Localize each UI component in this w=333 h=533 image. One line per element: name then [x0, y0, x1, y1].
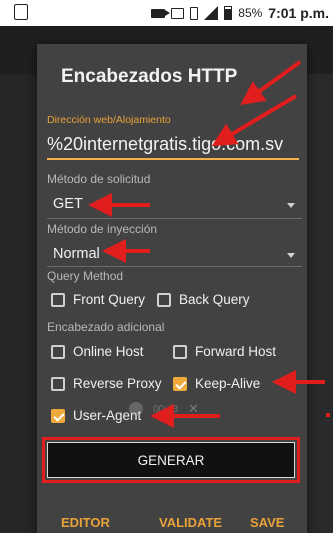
back-query-checkbox[interactable]: [157, 292, 171, 307]
online-host-label: Online Host: [73, 344, 144, 359]
method-underline: [47, 218, 302, 219]
vibrate-icon: [190, 6, 199, 20]
save-button[interactable]: SAVE: [250, 515, 284, 530]
notification-icon: [14, 4, 28, 20]
http-headers-dialog: Encabezados HTTP Dirección web/Alojamien…: [37, 44, 307, 533]
editor-button[interactable]: EDITOR: [61, 515, 110, 530]
method-select[interactable]: GET: [53, 196, 83, 212]
cast-icon: [171, 7, 185, 19]
media-overlay: 00:43 ✕: [129, 401, 199, 417]
front-query-option[interactable]: Front Query: [51, 292, 145, 307]
reverse-proxy-option[interactable]: Reverse Proxy: [51, 376, 162, 391]
battery-percent: 85%: [238, 6, 263, 20]
user-agent-checkbox[interactable]: [51, 408, 65, 423]
host-label: Dirección web/Alojamiento: [47, 114, 171, 126]
chevron-down-icon[interactable]: [287, 253, 295, 258]
reverse-proxy-checkbox[interactable]: [51, 376, 65, 391]
record-icon: [129, 402, 143, 416]
forward-host-label: Forward Host: [195, 344, 277, 359]
query-method-label: Query Method: [47, 269, 124, 283]
reverse-proxy-label: Reverse Proxy: [73, 376, 162, 391]
back-query-option[interactable]: Back Query: [157, 292, 250, 307]
signal-icon: [204, 6, 219, 20]
injection-underline: [47, 266, 302, 267]
forward-host-option[interactable]: Forward Host: [173, 344, 276, 359]
highlight-frame: [42, 437, 300, 483]
extra-header-label: Encabezado adicional: [47, 320, 165, 334]
close-icon: ✕: [188, 401, 199, 416]
dialog-title: Encabezados HTTP: [61, 66, 238, 87]
keep-alive-label: Keep-Alive: [195, 376, 261, 391]
method-label: Método de solicitud: [47, 172, 151, 186]
injection-label: Método de inyección: [47, 222, 158, 236]
status-bar: 85% 7:01 p.m.: [0, 0, 333, 26]
keep-alive-option[interactable]: Keep-Alive: [173, 376, 260, 391]
online-host-option[interactable]: Online Host: [51, 344, 144, 359]
keep-alive-checkbox[interactable]: [173, 376, 187, 391]
front-query-checkbox[interactable]: [51, 292, 65, 307]
chevron-down-icon[interactable]: [287, 203, 295, 208]
validate-button[interactable]: VALIDATE: [159, 515, 222, 530]
background-sidebar: [0, 74, 36, 533]
media-time: 00:43: [153, 403, 179, 415]
online-host-checkbox[interactable]: [51, 344, 65, 359]
injection-select[interactable]: Normal: [53, 246, 100, 262]
user-agent-option[interactable]: User-Agent: [51, 408, 141, 423]
forward-host-checkbox[interactable]: [173, 344, 187, 359]
clock: 7:01 p.m.: [268, 5, 329, 21]
front-query-label: Front Query: [73, 292, 146, 307]
battery-icon: [224, 6, 233, 20]
video-icon: [151, 8, 171, 18]
host-input[interactable]: [47, 130, 299, 160]
back-query-label: Back Query: [179, 292, 250, 307]
